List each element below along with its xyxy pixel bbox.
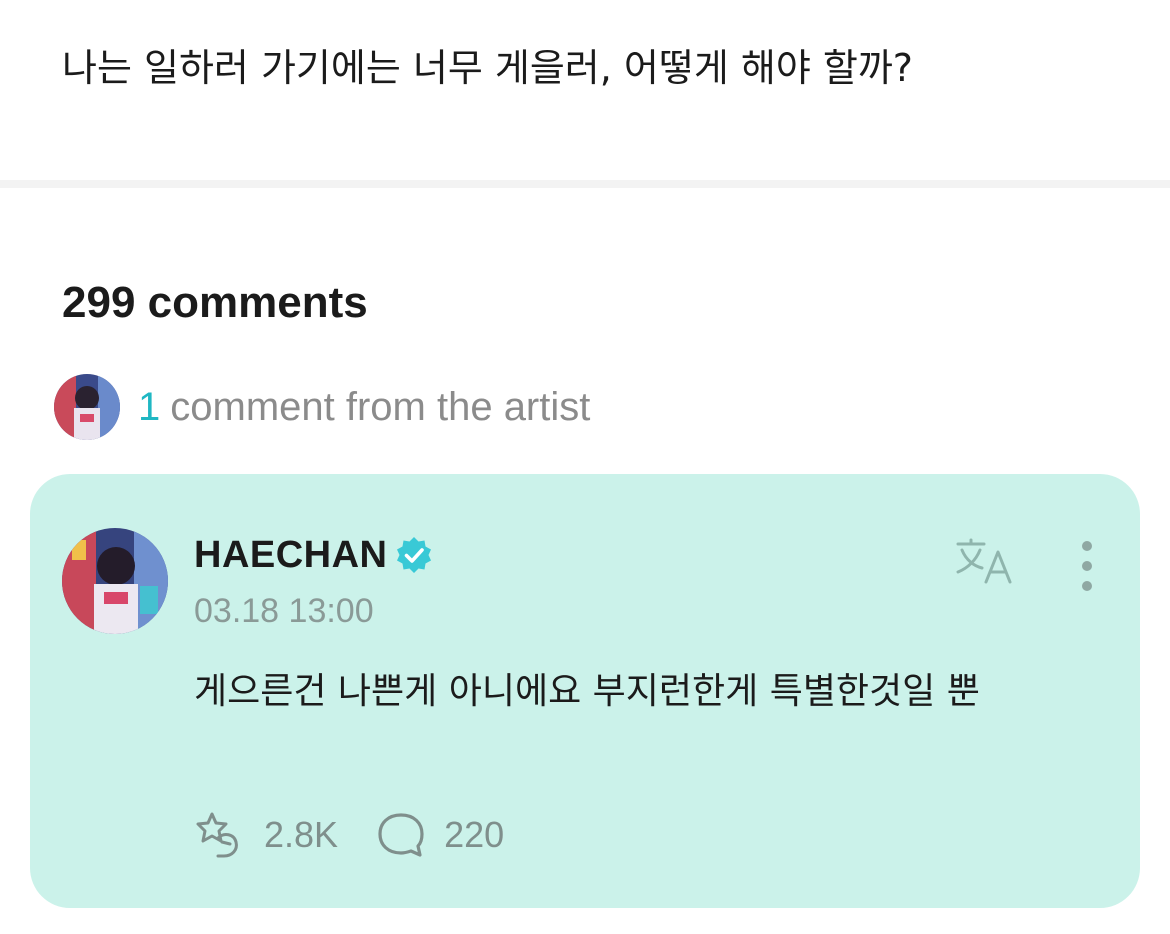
post-text: 나는 일하러 가기에는 너무 게을러, 어떻게 해야 할까? — [62, 46, 913, 90]
comment-actions: 2.8K 220 — [192, 810, 504, 860]
artist-avatar[interactable] — [62, 528, 168, 634]
username[interactable]: HAECHAN — [194, 534, 388, 577]
artist-avatar-small — [54, 374, 120, 440]
comments-count-heading: 299 comments — [62, 278, 368, 327]
star-hand-icon[interactable] — [192, 810, 246, 860]
replies-count: 220 — [444, 814, 505, 855]
comment-timestamp: 03.18 13:00 — [194, 592, 374, 630]
speech-bubble-icon[interactable] — [374, 810, 428, 860]
comment-body: 게으른건 나쁜게 아니에요 부지런한게 특별한것일 뿐 — [194, 671, 980, 712]
artist-comment-label: comment from the artist — [170, 384, 591, 429]
likes-count: 2.8K — [264, 814, 339, 855]
artist-comment-count: 1 — [138, 384, 161, 429]
artist-comments-link[interactable]: 1 comment from the artist — [54, 374, 590, 440]
username-row: HAECHAN — [194, 532, 434, 578]
vertical-dots-icon[interactable] — [1074, 538, 1100, 594]
artist-comment-card: HAECHAN 03.18 13:00 게으른건 나쁜게 아니에요 부지런한게 … — [30, 474, 1140, 908]
section-divider — [0, 180, 1170, 188]
verified-check-icon — [396, 537, 431, 573]
translate-icon[interactable] — [954, 536, 1018, 588]
